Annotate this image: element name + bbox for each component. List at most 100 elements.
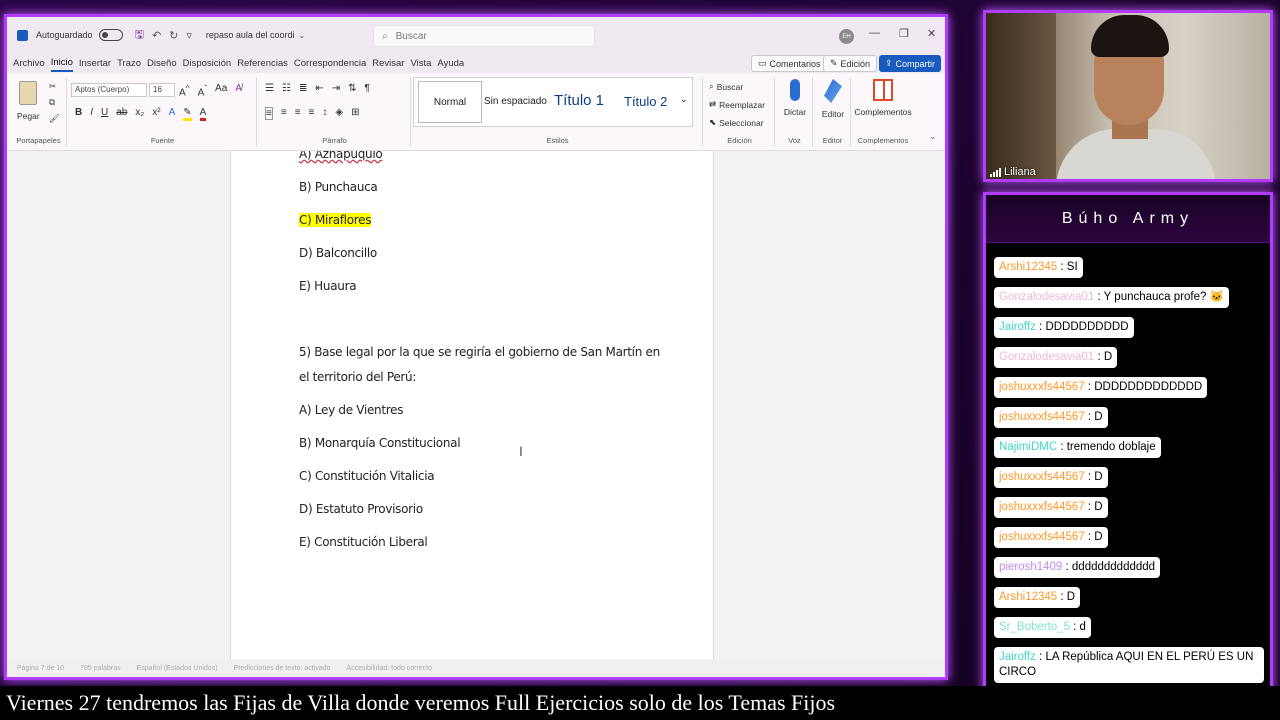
chat-username[interactable]: Gonzalodesavia01 bbox=[999, 291, 1094, 303]
chat-username[interactable]: Jairoffz bbox=[999, 321, 1036, 333]
clear-format-icon[interactable]: A̸ bbox=[235, 83, 242, 98]
status-language[interactable]: Español (Estados Unidos) bbox=[137, 665, 218, 672]
decrease-indent-icon[interactable]: ⇤ bbox=[315, 83, 323, 94]
shading-icon[interactable]: ◈ bbox=[335, 107, 343, 120]
chat-username[interactable]: joshuxxxfs44567 bbox=[999, 411, 1085, 423]
align-center-icon[interactable]: ≡ bbox=[281, 107, 287, 120]
paste-button[interactable]: Pegar bbox=[17, 81, 40, 121]
align-right-icon[interactable]: ≡ bbox=[295, 107, 301, 120]
underline-icon[interactable]: U bbox=[101, 107, 108, 121]
pilcrow-icon[interactable]: ¶ bbox=[365, 83, 370, 94]
status-accessibility[interactable]: Accesibilidad: todo correcto bbox=[346, 665, 432, 672]
font-name-select[interactable]: Aptos (Cuerpo) bbox=[71, 83, 147, 97]
align-tools: ≡ ≡ ≡ ≡ ↕ ◈ ⊞ bbox=[265, 107, 359, 120]
tab-inicio[interactable]: Inicio bbox=[50, 55, 73, 72]
restore-icon[interactable]: ❐ bbox=[899, 27, 909, 40]
editing-mode-button[interactable]: ✎ Edición bbox=[823, 55, 878, 72]
status-words[interactable]: 785 palabras bbox=[80, 665, 120, 672]
font-size-select[interactable]: 16 bbox=[149, 83, 175, 97]
find-button[interactable]: ⌕ Buscar bbox=[709, 81, 743, 92]
chat-username[interactable]: Jairoffz bbox=[999, 651, 1036, 663]
collapse-ribbon-icon[interactable]: ⌄ bbox=[929, 131, 937, 142]
tab-ayuda[interactable]: Ayuda bbox=[437, 56, 464, 71]
tab-correspondencia[interactable]: Correspondencia bbox=[294, 56, 366, 71]
shrink-font-icon[interactable]: Aˇ bbox=[198, 83, 207, 98]
bold-icon[interactable]: B bbox=[75, 107, 82, 121]
status-page[interactable]: Página 7 de 10 bbox=[17, 665, 64, 672]
style-normal[interactable]: Normal bbox=[418, 81, 482, 123]
justify-icon[interactable]: ≡ bbox=[309, 107, 315, 120]
share-button[interactable]: ⇪ Compartir bbox=[879, 55, 942, 72]
comment-icon: ▭ bbox=[758, 58, 767, 68]
chat-message: joshuxxxfs44567 : D bbox=[994, 407, 1108, 428]
q5-option-b: B) Monarquía Constitucional bbox=[299, 436, 461, 450]
chat-username[interactable]: Gonzalodesavia01 bbox=[999, 351, 1094, 363]
sort-icon[interactable]: ⇅ bbox=[348, 83, 356, 94]
chat-text: : D bbox=[1084, 501, 1103, 513]
chevron-down-icon[interactable]: ⌄ bbox=[298, 31, 305, 40]
tab-diseno[interactable]: Diseño bbox=[147, 56, 177, 71]
document-name[interactable]: repaso aula del coordi bbox=[206, 30, 295, 40]
autosave-toggle[interactable] bbox=[98, 29, 123, 41]
chat-username[interactable]: joshuxxxfs44567 bbox=[999, 381, 1085, 393]
style-no-spacing[interactable]: Sin espaciado bbox=[484, 96, 547, 107]
stream-layout: { "word": { "titlebar": { "autosave_labe… bbox=[0, 0, 1280, 720]
addins-button[interactable]: Complementos bbox=[853, 79, 913, 117]
bullets-icon[interactable]: ☰ bbox=[265, 83, 274, 94]
undo-icon[interactable]: ↶ bbox=[152, 29, 161, 42]
editor-button[interactable]: Editor bbox=[817, 79, 849, 119]
grow-font-icon[interactable]: A^ bbox=[179, 83, 190, 98]
chat-username[interactable]: Arshi12345 bbox=[999, 261, 1057, 273]
line-spacing-icon[interactable]: ↕ bbox=[322, 107, 327, 120]
change-case-icon[interactable]: Aa bbox=[215, 83, 227, 98]
chat-username[interactable]: joshuxxxfs44567 bbox=[999, 501, 1085, 513]
chat-username[interactable]: pierosh1409 bbox=[999, 561, 1062, 573]
style-title-1[interactable]: Título 1 bbox=[554, 92, 604, 109]
increase-indent-icon[interactable]: ⇥ bbox=[332, 83, 340, 94]
customize-toolbar-icon[interactable]: ▿ bbox=[186, 29, 192, 42]
tab-insertar[interactable]: Insertar bbox=[79, 56, 111, 71]
search-input[interactable]: ⌕ Buscar bbox=[373, 25, 595, 47]
tab-trazo[interactable]: Trazo bbox=[117, 56, 141, 71]
editor-pen-icon bbox=[824, 79, 842, 103]
tab-referencias[interactable]: Referencias bbox=[237, 56, 288, 71]
chat-username[interactable]: joshuxxxfs44567 bbox=[999, 471, 1085, 483]
chat-username[interactable]: Arshi12345 bbox=[999, 591, 1057, 603]
subscript-icon[interactable]: x₂ bbox=[135, 107, 144, 121]
style-title-2[interactable]: Título 2 bbox=[624, 94, 667, 109]
strikethrough-icon[interactable]: ab bbox=[116, 107, 127, 121]
chat-username[interactable]: Sr_Boberto_5 bbox=[999, 621, 1070, 633]
borders-icon[interactable]: ⊞ bbox=[351, 107, 359, 120]
redo-icon[interactable]: ↻ bbox=[169, 29, 178, 42]
dictate-button[interactable]: Dictar bbox=[779, 79, 811, 117]
numbering-icon[interactable]: ☷ bbox=[282, 83, 291, 94]
copy-icon[interactable]: ⧉ bbox=[49, 97, 55, 108]
font-color-icon[interactable]: A bbox=[199, 107, 207, 121]
chat-username[interactable]: NajimiDMC bbox=[999, 441, 1057, 453]
replace-button[interactable]: ⇄ Reemplazar bbox=[709, 99, 765, 110]
chat-username[interactable]: joshuxxxfs44567 bbox=[999, 531, 1085, 543]
multilevel-list-icon[interactable]: ≣ bbox=[299, 83, 307, 94]
italic-icon[interactable]: I bbox=[90, 107, 93, 121]
font-format-tools: B I U ab x₂ x² A ✎ A bbox=[75, 107, 207, 121]
text-effects-icon[interactable]: A bbox=[169, 107, 176, 121]
highlight-icon[interactable]: ✎ bbox=[183, 107, 192, 121]
comments-button[interactable]: ▭ Comentarios bbox=[751, 55, 828, 72]
save-icon[interactable]: 🖫 bbox=[135, 26, 144, 45]
superscript-icon[interactable]: x² bbox=[152, 107, 160, 121]
avatar[interactable]: EH bbox=[839, 29, 854, 44]
styles-more-icon[interactable]: ⌄ bbox=[680, 94, 688, 105]
tab-vista[interactable]: Vista bbox=[410, 56, 431, 71]
tab-archivo[interactable]: Archivo bbox=[13, 56, 45, 71]
status-predictions[interactable]: Predicciones de texto: activado bbox=[234, 665, 331, 672]
close-icon[interactable]: ✕ bbox=[927, 27, 936, 40]
format-painter-icon[interactable]: 🖌 bbox=[49, 113, 60, 124]
select-button[interactable]: ⬉ Seleccionar bbox=[709, 117, 764, 128]
cut-icon[interactable]: ✂ bbox=[49, 81, 56, 92]
minimize-icon[interactable]: — bbox=[869, 27, 880, 39]
tab-revisar[interactable]: Revisar bbox=[372, 56, 404, 71]
q5-option-e: E) Constitución Liberal bbox=[299, 535, 428, 549]
tab-disposicion[interactable]: Disposición bbox=[183, 56, 232, 71]
align-left-icon[interactable]: ≡ bbox=[265, 107, 273, 120]
document-page[interactable]: A) Aznapuquio B) Punchauca C) Miraflores… bbox=[230, 151, 714, 659]
